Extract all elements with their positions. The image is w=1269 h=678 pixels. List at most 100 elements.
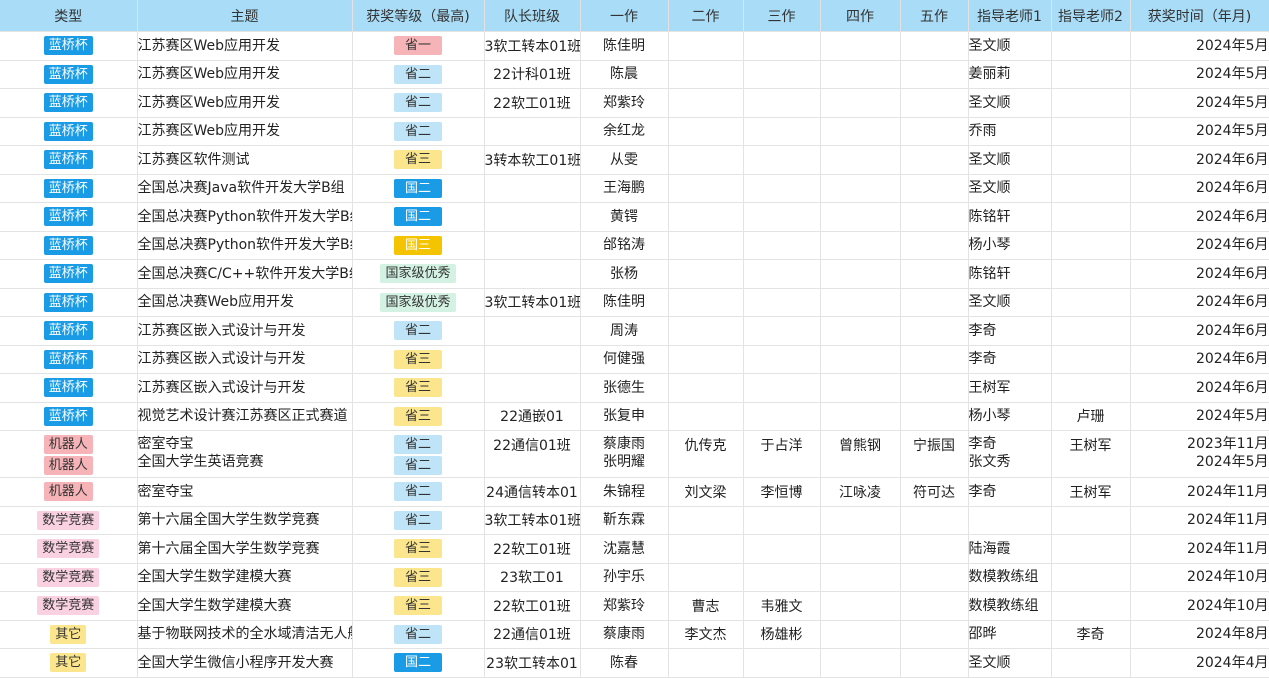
cell-author2[interactable] [668,174,744,203]
cell-subject[interactable]: 江苏赛区Web应用开发 [137,88,353,118]
col-header-subject[interactable]: 主题 [137,0,353,32]
cell-author4[interactable] [820,88,901,118]
cell-subject[interactable]: 基于物联网技术的全水域清洁无人船 [137,620,353,649]
cell-author3[interactable]: 韦雅文 [743,591,821,621]
cell-teacher2[interactable] [1051,288,1131,317]
cell-author1[interactable]: 周涛 [580,316,669,346]
cell-class[interactable] [484,345,581,374]
cell-author4[interactable] [820,534,901,564]
cell-author3[interactable] [743,534,821,564]
cell-author4[interactable] [820,202,901,232]
cell-author3[interactable] [743,563,821,592]
cell-author4[interactable] [820,60,901,89]
cell-type[interactable]: 蓝桥杯 [0,88,138,118]
cell-teacher2[interactable] [1051,534,1131,564]
cell-teacher1[interactable]: 圣文顺 [968,88,1052,118]
cell-author2[interactable] [668,345,744,374]
cell-teacher2[interactable] [1051,202,1131,232]
cell-author2[interactable] [668,316,744,346]
cell-date[interactable]: 2024年6月 [1130,174,1269,203]
col-header-class[interactable]: 队长班级 [484,0,581,32]
cell-teacher2[interactable] [1051,591,1131,621]
cell-subject[interactable]: 江苏赛区Web应用开发 [137,31,353,61]
cell-class[interactable] [484,316,581,346]
col-header-teacher2[interactable]: 指导老师2 [1051,0,1131,32]
cell-subject[interactable]: 全国总决赛C/C++软件开发大学B组 [137,259,353,289]
cell-teacher2[interactable] [1051,145,1131,175]
cell-type[interactable]: 蓝桥杯 [0,316,138,346]
cell-author2[interactable] [668,506,744,535]
cell-teacher1[interactable]: 数模教练组 [968,591,1052,621]
cell-date[interactable]: 2024年5月 [1130,31,1269,61]
cell-class[interactable]: 22计科01班 [484,60,581,89]
cell-author5[interactable] [900,174,969,203]
cell-author2[interactable] [668,31,744,61]
cell-type[interactable]: 数学竞赛 [0,591,138,621]
cell-type[interactable]: 数学竞赛 [0,534,138,564]
cell-subject[interactable]: 江苏赛区Web应用开发 [137,117,353,146]
cell-date[interactable]: 2024年10月 [1130,563,1269,592]
cell-teacher2[interactable] [1051,345,1131,374]
cell-date[interactable]: 2024年5月 [1130,60,1269,89]
cell-class[interactable]: 3软工转本01班 [484,31,581,61]
cell-level[interactable]: 国家级优秀 [352,259,485,289]
cell-class[interactable]: 22通信01班 [484,430,581,478]
cell-author2[interactable] [668,145,744,175]
cell-class[interactable]: 23软工转本01 [484,648,581,678]
cell-author3[interactable] [743,345,821,374]
cell-teacher1[interactable]: 李奇 [968,345,1052,374]
cell-type[interactable]: 蓝桥杯 [0,174,138,203]
cell-subject[interactable]: 全国总决赛Web应用开发 [137,288,353,317]
cell-author3[interactable] [743,202,821,232]
cell-author2[interactable] [668,648,744,678]
cell-author2[interactable] [668,288,744,317]
cell-teacher2[interactable] [1051,174,1131,203]
cell-author2[interactable] [668,60,744,89]
cell-teacher1[interactable]: 乔雨 [968,117,1052,146]
cell-date[interactable]: 2024年6月 [1130,202,1269,232]
col-header-date[interactable]: 获奖时间（年月) [1130,0,1269,32]
cell-class[interactable]: 22通信01班 [484,620,581,649]
cell-author1[interactable]: 靳东霖 [580,506,669,535]
cell-author3[interactable] [743,288,821,317]
cell-level[interactable]: 国二 [352,174,485,203]
cell-level[interactable]: 省三 [352,563,485,592]
cell-author5[interactable] [900,259,969,289]
cell-author5[interactable] [900,373,969,403]
cell-author4[interactable] [820,591,901,621]
cell-author3[interactable]: 李恒博 [743,477,821,507]
cell-author4[interactable] [820,402,901,431]
cell-teacher2[interactable]: 王树军 [1051,477,1131,507]
cell-author2[interactable]: 李文杰 [668,620,744,649]
cell-author2[interactable] [668,563,744,592]
col-header-type[interactable]: 类型 [0,0,138,32]
cell-author4[interactable] [820,373,901,403]
cell-type[interactable]: 数学竞赛 [0,563,138,592]
cell-type[interactable]: 其它 [0,620,138,649]
cell-type[interactable]: 蓝桥杯 [0,373,138,403]
cell-teacher1[interactable]: 陆海霞 [968,534,1052,564]
cell-teacher2[interactable] [1051,563,1131,592]
cell-type[interactable]: 其它 [0,648,138,678]
cell-teacher1[interactable]: 圣文顺 [968,288,1052,317]
cell-author5[interactable] [900,534,969,564]
cell-subject[interactable]: 第十六届全国大学生数学竞赛 [137,534,353,564]
cell-level[interactable]: 国三 [352,231,485,260]
cell-teacher1[interactable]: 王树军 [968,373,1052,403]
cell-author1[interactable]: 何健强 [580,345,669,374]
cell-author1[interactable]: 邰铭涛 [580,231,669,260]
cell-class[interactable]: 3软工转本01班 [484,506,581,535]
cell-subject[interactable]: 视觉艺术设计赛江苏赛区正式赛道 [137,402,353,431]
cell-date[interactable]: 2024年5月 [1130,117,1269,146]
cell-author1[interactable]: 陈春 [580,648,669,678]
cell-teacher1[interactable]: 陈铭轩 [968,259,1052,289]
cell-subject[interactable]: 江苏赛区Web应用开发 [137,60,353,89]
cell-level[interactable]: 省三 [352,145,485,175]
cell-author4[interactable] [820,620,901,649]
cell-level[interactable]: 省三 [352,402,485,431]
cell-author5[interactable] [900,31,969,61]
cell-date[interactable]: 2024年6月 [1130,316,1269,346]
cell-author3[interactable]: 于占洋 [743,430,821,478]
cell-teacher1[interactable]: 数模教练组 [968,563,1052,592]
cell-author5[interactable] [900,117,969,146]
